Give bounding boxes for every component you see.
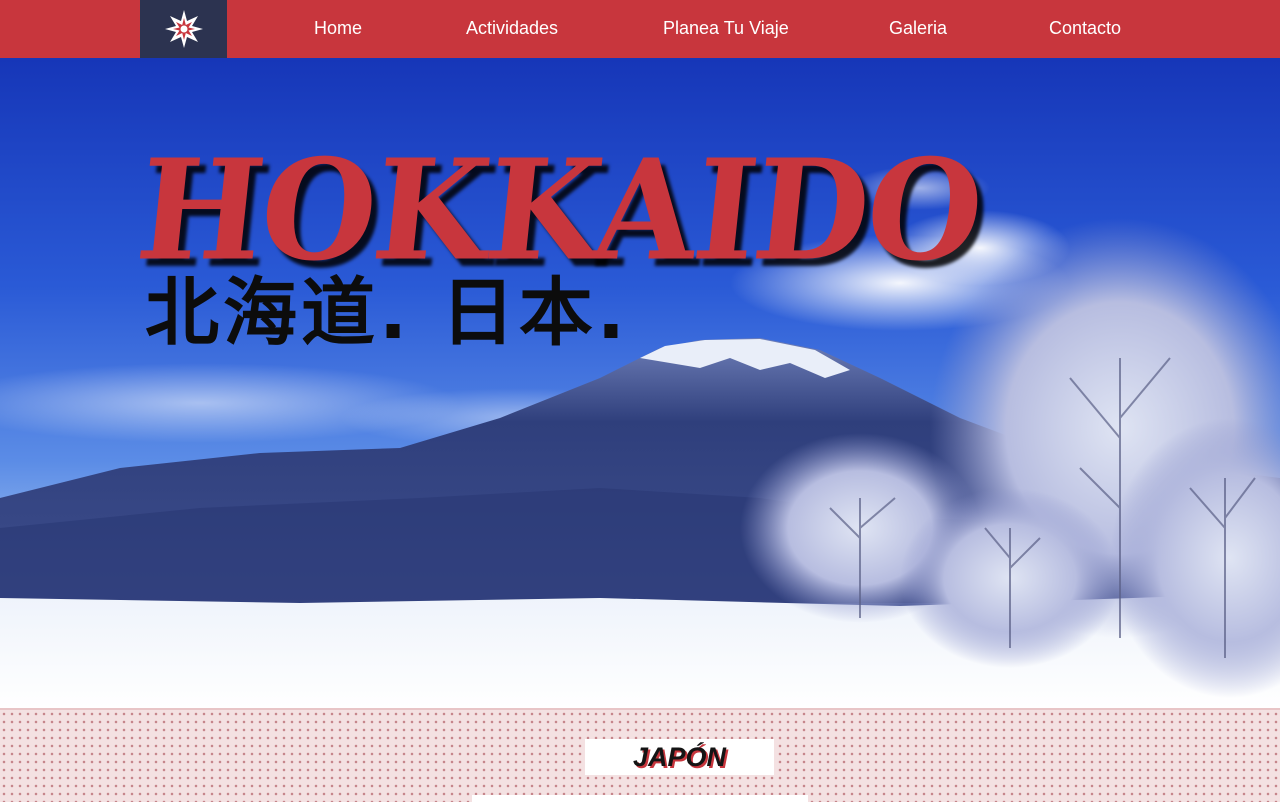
hero-subtitle: 北海道. 日本.: [145, 270, 629, 356]
nav-planea-tu-viaje[interactable]: Planea Tu Viaje: [663, 0, 789, 58]
hero-banner: HOKKAIDO 北海道. 日本.: [0, 58, 1280, 708]
nav-actividades[interactable]: Actividades: [466, 0, 558, 58]
nav-home[interactable]: Home: [314, 0, 362, 58]
content-card: [472, 795, 808, 805]
top-nav: Home Actividades Planea Tu Viaje Galeria…: [0, 0, 1280, 58]
logo[interactable]: [140, 0, 227, 58]
nav-galeria[interactable]: Galeria: [889, 0, 947, 58]
hokkaido-star-emblem-icon: [164, 10, 203, 48]
section-heading: JAPÓN: [632, 741, 727, 772]
section-heading-card: JAPÓN: [585, 739, 774, 775]
nav-contacto[interactable]: Contacto: [1049, 0, 1121, 58]
intro-section: JAPÓN: [0, 708, 1280, 805]
hero-title: HOKKAIDO: [130, 129, 989, 293]
